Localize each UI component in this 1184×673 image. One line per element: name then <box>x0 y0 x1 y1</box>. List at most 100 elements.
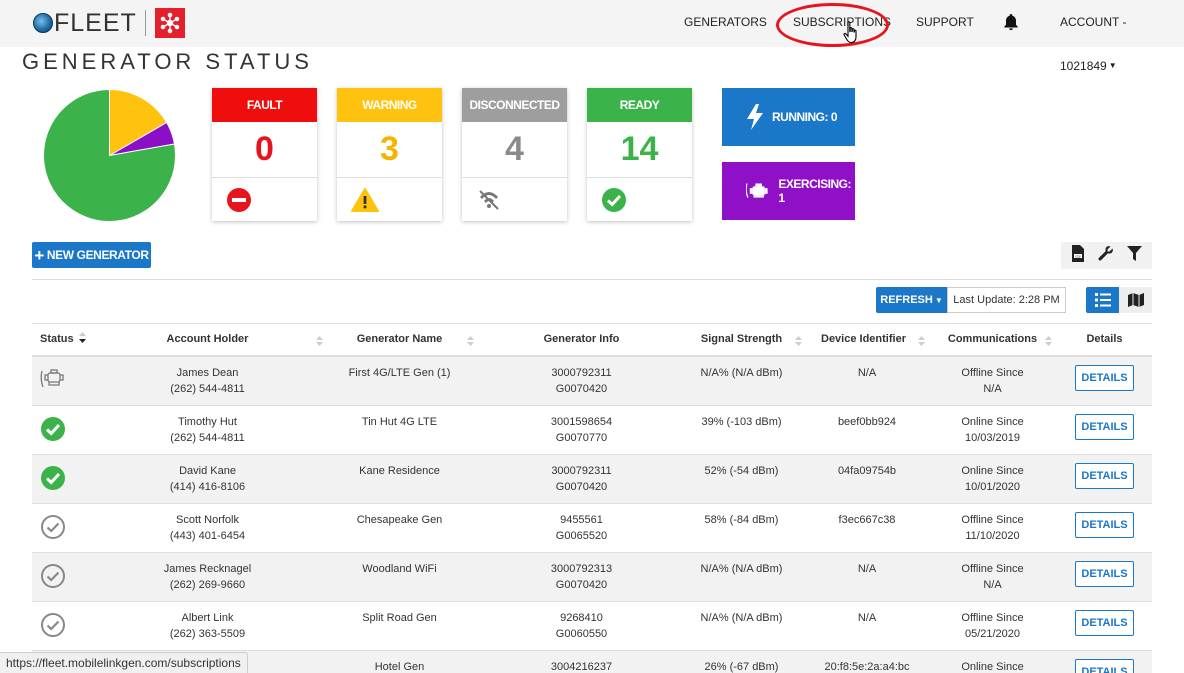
holder-phone: (262) 544-4811 <box>170 432 245 444</box>
device-identifier: 20:f8:5e:2a:a4:bc <box>824 661 910 673</box>
table-row[interactable]: Albert Link (262) 363-5509 Split Road Gen 9… <box>32 602 1152 651</box>
sort-icon[interactable] <box>316 335 323 347</box>
chevron-down-icon: ▼ <box>934 295 943 305</box>
table-row[interactable]: James Recknagel (262) 269-9660 Woodland Wi… <box>32 553 1152 602</box>
generator-model: G0070420 <box>555 579 608 591</box>
col-status[interactable]: Status <box>40 324 86 355</box>
account-dropdown[interactable]: ACCOUNT - 1021849 ▼ <box>1060 0 1184 73</box>
sort-icon[interactable] <box>918 335 925 347</box>
generator-model: G0060550 <box>555 628 608 640</box>
card-label: WARNING <box>337 88 442 122</box>
divider <box>32 279 1152 280</box>
details-button[interactable]: DETAILS <box>1075 659 1134 673</box>
communications-cell: Offline Since N/A <box>935 561 1050 593</box>
generator-info-cell: 3001598654 G0070770 <box>524 414 639 446</box>
generator-model: G0070420 <box>555 481 608 493</box>
holder-phone: (443) 401-6454 <box>169 530 246 542</box>
offline-check-icon <box>40 514 66 543</box>
holder-name: Scott Norfolk <box>176 514 239 526</box>
top-navbar: FLEET GENERATORS SUBSCRIPTIONS SUPPORT A… <box>0 0 1184 73</box>
generator-name: Split Road Gen <box>362 612 437 624</box>
col-device-identifier[interactable]: Device Identifier <box>806 324 921 355</box>
fault-card[interactable]: FAULT 0 <box>212 88 317 221</box>
details-button[interactable]: DETAILS <box>1075 610 1134 636</box>
details-button[interactable]: DETAILS <box>1075 561 1134 587</box>
table-row[interactable]: Timothy Hut (262) 544-4811 Tin Hut 4G LTE 3… <box>32 406 1152 455</box>
ready-card[interactable]: READY 14 <box>587 88 692 221</box>
generator-name: Hotel Gen <box>374 661 425 673</box>
account-holder-cell: Timothy Hut (262) 544-4811 <box>150 414 265 446</box>
generator-info-cell: 3004216237 <box>524 659 639 673</box>
status-bar-url: https://fleet.mobilelinkgen.com/subscrip… <box>0 652 248 673</box>
comm-status: Offline Since <box>961 612 1024 624</box>
last-update-label: Last Update: 2:28 PM <box>947 287 1066 313</box>
wrench-icon[interactable] <box>1098 245 1114 266</box>
holder-phone: (414) 416-8106 <box>169 481 246 493</box>
ready-check-icon <box>40 465 66 494</box>
lightning-icon <box>747 104 763 130</box>
csv-export-icon[interactable]: csv <box>1071 244 1085 267</box>
fleet-logo[interactable]: FLEET <box>33 8 185 38</box>
signal-strength: 39% (-103 dBm) <box>701 416 782 428</box>
device-identifier: N/A <box>857 612 877 624</box>
nav-support[interactable]: SUPPORT <box>916 0 974 47</box>
exercising-button[interactable]: EXERCISING: 1 <box>722 162 855 220</box>
comm-since: 11/10/2020 <box>965 530 1020 542</box>
hand-cursor-icon <box>842 20 862 51</box>
generator-model: G0070420 <box>555 383 608 395</box>
generator-info-cell: 9455561 G0065520 <box>524 512 639 544</box>
disconnected-card[interactable]: DISCONNECTED 4 <box>462 88 567 221</box>
holder-name: James Recknagel <box>163 563 252 575</box>
sort-icon[interactable] <box>795 335 802 347</box>
device-identifier: beef0bb924 <box>837 416 897 428</box>
new-generator-button[interactable]: + NEW GENERATOR <box>32 242 151 268</box>
engine-disconnected-icon <box>40 367 68 394</box>
nav-generators[interactable]: GENERATORS <box>684 0 767 47</box>
running-button[interactable]: RUNNING: 0 <box>722 88 855 146</box>
warning-card[interactable]: WARNING 3 <box>337 88 442 221</box>
col-signal-strength[interactable]: Signal Strength <box>684 324 799 355</box>
disconnected-icon <box>462 178 567 221</box>
details-button[interactable]: DETAILS <box>1075 365 1134 391</box>
col-generator-info[interactable]: Generator Info <box>524 324 639 355</box>
map-view-button[interactable] <box>1119 287 1152 313</box>
comm-since: 05/21/2020 <box>964 628 1021 640</box>
col-account-holder[interactable]: Account Holder <box>150 324 265 355</box>
card-label: READY <box>587 88 692 122</box>
list-view-button[interactable] <box>1086 287 1119 313</box>
generator-serial: 3001598654 <box>550 416 613 428</box>
filter-icon[interactable] <box>1126 245 1142 266</box>
generator-info-cell: 3000792313 G0070420 <box>524 561 639 593</box>
highlight-annotation <box>776 3 889 47</box>
sort-icon[interactable] <box>1045 335 1052 347</box>
refresh-label: REFRESH <box>880 294 933 306</box>
details-button[interactable]: DETAILS <box>1075 512 1134 538</box>
generator-name: Kane Residence <box>359 465 440 477</box>
table-row[interactable]: David Kane (414) 416-8106 Kane Residence 30… <box>32 455 1152 504</box>
sort-icon[interactable] <box>467 335 474 347</box>
col-generator-name[interactable]: Generator Name <box>342 324 457 355</box>
table-row[interactable]: James Dean (262) 544-4811 First 4G/LTE Gen… <box>32 357 1152 406</box>
generator-name: First 4G/LTE Gen (1) <box>348 367 451 379</box>
card-count: 4 <box>462 122 567 178</box>
refresh-button[interactable]: REFRESH ▼ <box>876 287 947 313</box>
comm-since: N/A <box>983 383 1002 395</box>
generator-name: Woodland WiFi <box>362 563 437 575</box>
table-row[interactable]: Scott Norfolk (443) 401-6454 Chesapeake Ge… <box>32 504 1152 553</box>
offline-check-icon <box>40 563 66 592</box>
new-generator-label: NEW GENERATOR <box>46 248 149 262</box>
col-communications[interactable]: Communications <box>935 324 1050 355</box>
chevron-down-icon: ▼ <box>1108 61 1117 70</box>
bell-icon[interactable] <box>1003 13 1019 60</box>
running-label: RUNNING: 0 <box>772 110 838 124</box>
check-icon <box>587 178 692 221</box>
communications-cell: Offline Since N/A <box>935 365 1050 397</box>
col-details: Details <box>1086 333 1123 345</box>
generator-model: G0065520 <box>555 530 608 542</box>
comm-since: 10/03/2019 <box>964 432 1021 444</box>
card-count: 14 <box>587 122 692 178</box>
details-button[interactable]: DETAILS <box>1075 414 1134 440</box>
holder-name: Albert Link <box>181 612 234 624</box>
details-button[interactable]: DETAILS <box>1075 463 1134 489</box>
card-label: DISCONNECTED <box>462 88 567 122</box>
